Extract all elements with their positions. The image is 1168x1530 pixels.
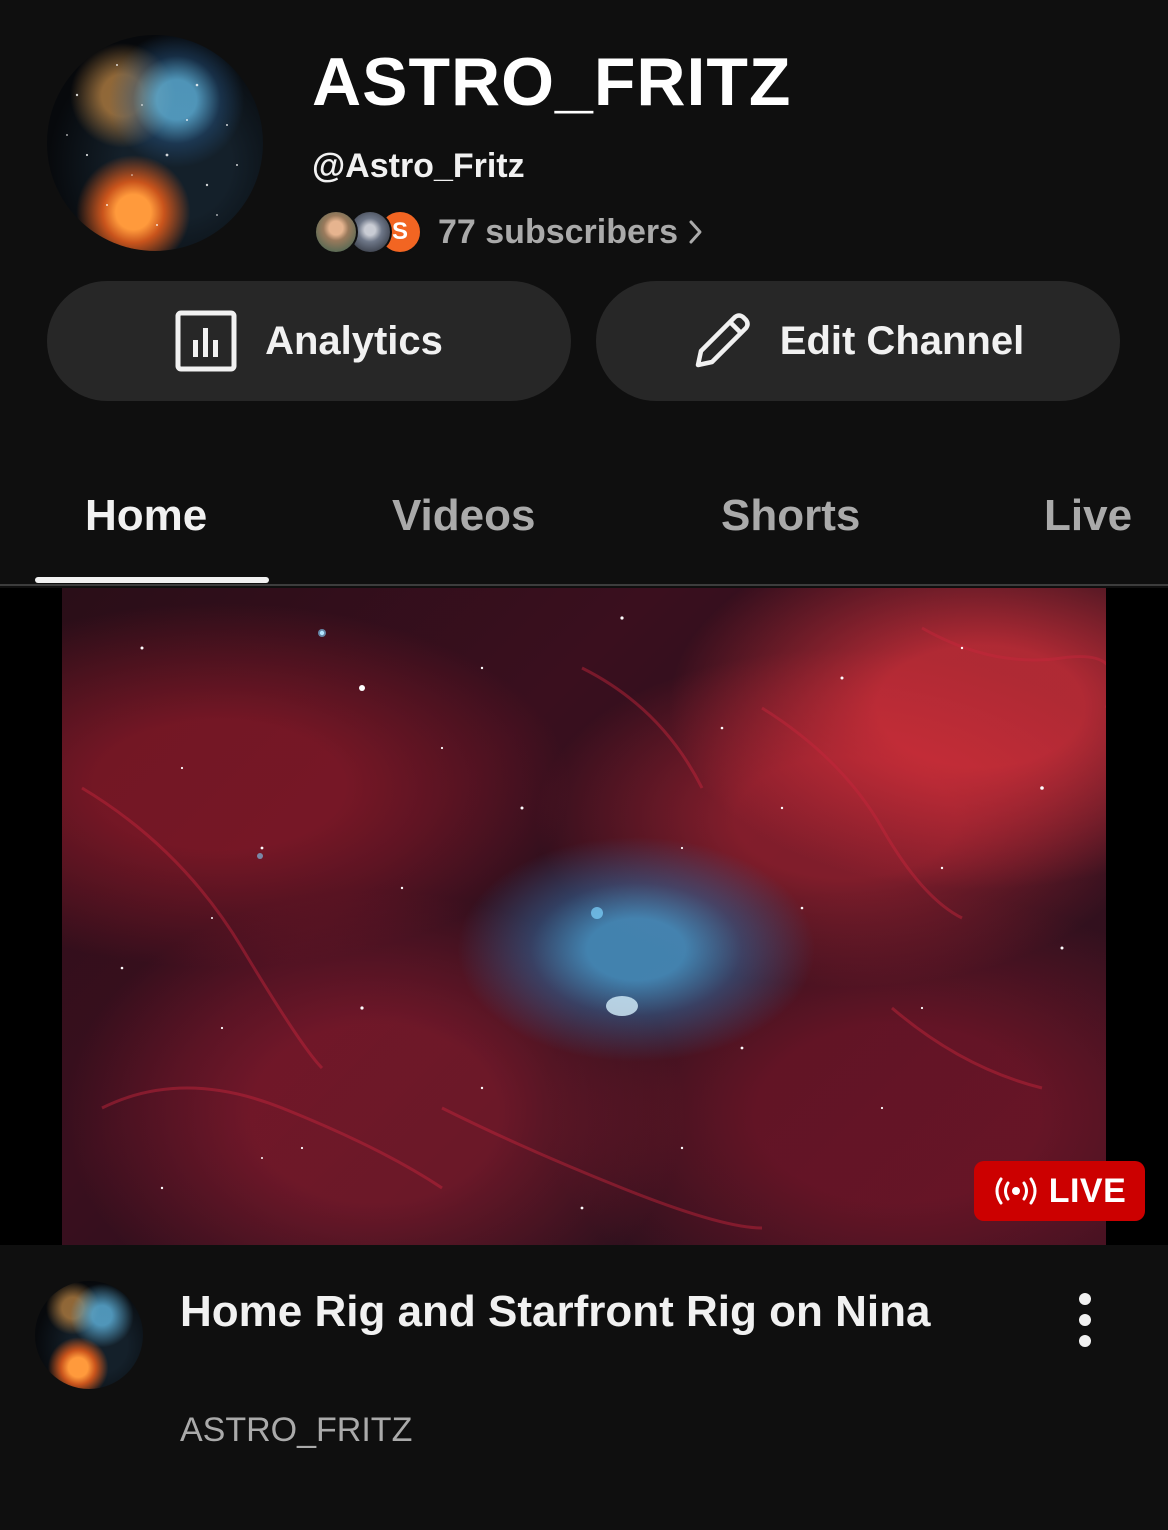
video-title[interactable]: Home Rig and Starfront Rig on Nina (180, 1282, 960, 1342)
avatar-stars (66, 64, 238, 226)
channel-tabs: Home Videos Shorts Live (0, 440, 1168, 586)
pencil-icon (692, 311, 752, 371)
nebula-image (81, 616, 1106, 1230)
bar-chart-icon (175, 310, 237, 372)
edit-channel-button[interactable]: Edit Channel (596, 281, 1120, 401)
active-tab-indicator (35, 577, 269, 583)
live-badge: LIVE (974, 1161, 1145, 1221)
more-vertical-icon[interactable] (1060, 1290, 1110, 1350)
analytics-label: Analytics (265, 318, 443, 363)
analytics-button[interactable]: Analytics (47, 281, 571, 401)
channel-handle: @Astro_Fritz (312, 147, 525, 185)
subscriber-avatars: S (314, 208, 422, 256)
subscriber-avatar (314, 210, 358, 254)
video-player[interactable] (0, 588, 1168, 1245)
chevron-right-icon (688, 219, 704, 245)
live-badge-label: LIVE (1048, 1171, 1127, 1210)
channel-avatar[interactable] (47, 35, 263, 251)
channel-title: ASTRO_FRITZ (312, 44, 792, 120)
tab-home[interactable]: Home (85, 490, 207, 542)
tab-videos[interactable]: Videos (392, 490, 535, 542)
tab-shorts[interactable]: Shorts (721, 490, 860, 542)
video-channel-name[interactable]: ASTRO_FRITZ (180, 1410, 412, 1450)
subscribers-count: 77 subscribers (438, 213, 679, 251)
edit-channel-label: Edit Channel (779, 318, 1025, 363)
video-channel-avatar[interactable] (35, 1281, 143, 1389)
subscribers-link[interactable]: S 77 subscribers (314, 208, 704, 256)
broadcast-icon (993, 1176, 1039, 1206)
tab-live[interactable]: Live (1044, 490, 1132, 542)
channel-page: ASTRO_FRITZ @Astro_Fritz S 77 subscriber… (0, 0, 1168, 1530)
video-thumbnail[interactable] (62, 588, 1106, 1245)
